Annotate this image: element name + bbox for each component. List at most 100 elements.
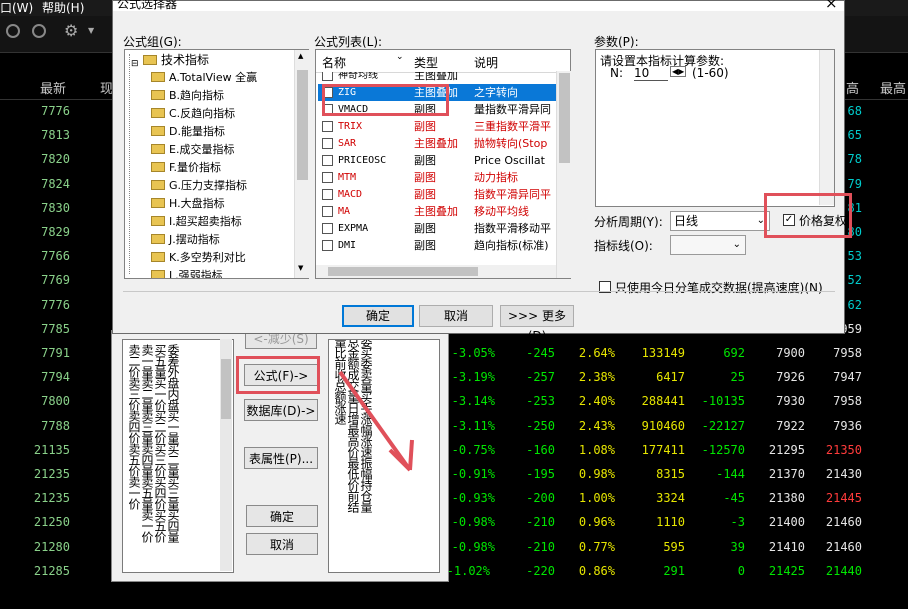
tree-item[interactable]: L.强弱指标 xyxy=(151,267,223,278)
database-button[interactable]: 数据库(D)-> xyxy=(244,399,318,421)
param-n-input[interactable]: 10 xyxy=(634,66,668,81)
more-button[interactable]: >>> 更多(D) xyxy=(500,305,574,343)
col-type[interactable]: 类型 xyxy=(414,54,438,71)
column-option[interactable]: 买四价 xyxy=(153,476,167,509)
column-option[interactable]: 内盘 xyxy=(166,388,180,410)
today-only-label[interactable]: 只使用今日分笔成交数据(提高速度)(N) xyxy=(615,279,823,296)
column-option[interactable]: 卖五价 xyxy=(127,443,141,476)
formula-desc: 三重指数平滑平 xyxy=(474,120,551,133)
header-highest[interactable]: 最高 xyxy=(880,78,906,97)
formula-desc: 抛物转向(Stop xyxy=(474,137,548,150)
formula-row[interactable]: EXPMA 副图 指数平滑移动平 xyxy=(318,220,558,237)
formula-desc: 趋向指标(标准) xyxy=(474,239,549,252)
available-columns-list[interactable]: 委差外盘内盘买一量买二量买三量买四量 买五量买一价买二价买三价买四价买五价 卖一量卖… xyxy=(122,339,234,573)
dialog-titlebar[interactable]: 公式选择器 × xyxy=(113,0,844,12)
column-option[interactable]: 买一量 xyxy=(166,410,180,443)
period-select[interactable]: 日线 ⌄ xyxy=(670,211,770,231)
formula-row[interactable]: MACD 副图 指数平滑异同平 xyxy=(318,186,558,203)
column-option[interactable]: 买二量 xyxy=(166,443,180,476)
formula-list-hscrollbar[interactable] xyxy=(316,265,556,278)
column-option[interactable]: 买五量 xyxy=(153,344,167,377)
tree-item[interactable]: B.趋向指标 xyxy=(151,87,224,105)
column-option[interactable]: 买三价 xyxy=(153,443,167,476)
column-option[interactable]: 卖四量 xyxy=(140,443,154,476)
selected-column[interactable]: 委买 xyxy=(359,340,373,358)
tree-item-label: D.能量指标 xyxy=(169,125,225,138)
table-cell: 53 xyxy=(847,249,862,264)
column-option[interactable]: 卖五量 xyxy=(140,476,154,509)
formula-desc: 之字转向 xyxy=(474,86,518,99)
params-scrollbar[interactable] xyxy=(819,50,834,205)
table-cell: 79 xyxy=(847,176,862,191)
column-option[interactable]: 买二价 xyxy=(153,410,167,443)
close-icon[interactable]: × xyxy=(825,0,838,12)
formula-group-scrollbar[interactable]: ▲ ▼ xyxy=(294,50,309,278)
formula-icon xyxy=(322,155,333,166)
formula-row[interactable]: SAR 主图叠加 抛物转向(Stop xyxy=(318,135,558,152)
column-option[interactable]: 卖一价 xyxy=(140,509,154,542)
column-option[interactable]: 买三量 xyxy=(166,476,180,509)
header-high[interactable]: 高 xyxy=(846,78,859,97)
formula-row[interactable]: DMI 副图 趋向指标(标准) xyxy=(318,237,558,254)
collapse-icon[interactable]: ⊟ xyxy=(131,55,139,73)
cancel-button[interactable]: 取消 xyxy=(419,305,493,327)
formula-group-tree[interactable]: ⊟ 技术指标 A.TotalView 全赢 B.趋向指标 C.反趋向指标 D.能量指标… xyxy=(124,49,309,279)
header-latest[interactable]: 最新 xyxy=(40,78,66,97)
tree-root[interactable]: ⊟ 技术指标 xyxy=(131,51,209,69)
scroll-down-icon[interactable]: ▼ xyxy=(298,264,303,272)
formula-row[interactable]: MTM 副图 动力指标 xyxy=(318,169,558,186)
menu-help[interactable]: 帮助(H) xyxy=(42,0,84,16)
column-option[interactable]: 委差 xyxy=(166,344,180,366)
column-option[interactable]: 卖三量 xyxy=(140,410,154,443)
col-desc[interactable]: 说明 xyxy=(474,54,498,71)
ok-button[interactable]: 确定 xyxy=(342,305,414,327)
chevron-down-icon[interactable]: ▼ xyxy=(88,26,94,35)
tree-item[interactable]: C.反趋向指标 xyxy=(151,105,235,123)
scroll-up-icon[interactable]: ▲ xyxy=(298,52,303,60)
column-option[interactable]: 卖二价 xyxy=(127,344,141,377)
tree-item[interactable]: A.TotalView 全赢 xyxy=(151,69,257,87)
tree-item[interactable]: I.超买超卖指标 xyxy=(151,213,242,231)
column-option[interactable]: 卖一量 xyxy=(140,344,154,377)
formula-row[interactable]: 神奇均线 主图叠加 xyxy=(318,72,558,84)
column-option[interactable]: 买一价 xyxy=(153,377,167,410)
column-option[interactable]: 卖三价 xyxy=(127,377,141,410)
table-cell: 7824 xyxy=(41,176,70,191)
spinner-icon[interactable]: ◀▶ xyxy=(670,66,687,77)
tree-item[interactable]: H.大盘指标 xyxy=(151,195,225,213)
gear-icon[interactable]: ⚙ xyxy=(64,21,78,40)
table-attributes-button[interactable]: 表属性(P)... xyxy=(244,447,318,469)
indicator-line-select[interactable]: ⌄ xyxy=(670,235,746,255)
formula-row[interactable]: TRIX 副图 三重指数平滑平 xyxy=(318,118,558,135)
formula-row[interactable]: MA 主图叠加 移动平均线 xyxy=(318,203,558,220)
col-name[interactable]: 名称 xyxy=(322,54,346,71)
menu-window[interactable]: 口(W) xyxy=(0,0,33,16)
formula-list-scrollbar[interactable] xyxy=(556,71,571,278)
tree-item[interactable]: D.能量指标 xyxy=(151,123,225,141)
selected-column[interactable]: 量比 xyxy=(333,340,347,358)
formula-desc: 指数平滑异同平 xyxy=(474,188,551,201)
tree-item[interactable]: J.摆动指标 xyxy=(151,231,220,249)
params-label: 参数(P): xyxy=(594,35,639,49)
table-cell: 21285 xyxy=(33,563,70,578)
available-columns-scrollbar[interactable] xyxy=(220,339,232,571)
formula-row[interactable]: PRICEOSC 副图 Price Oscillat xyxy=(318,152,558,169)
cancel-button[interactable]: 取消 xyxy=(246,533,318,555)
zoom-in-icon[interactable] xyxy=(6,24,20,38)
table-cell: 7788 xyxy=(41,418,70,433)
tree-item-label: B.趋向指标 xyxy=(169,89,225,102)
tree-item[interactable]: K.多空势利对比 xyxy=(151,249,246,267)
column-option[interactable]: 卖四价 xyxy=(127,410,141,443)
ok-button[interactable]: 确定 xyxy=(246,505,318,527)
column-option[interactable]: 卖二量 xyxy=(140,377,154,410)
tree-item[interactable]: E.成交量指标 xyxy=(151,141,234,159)
tree-item-label: E.成交量指标 xyxy=(169,143,235,156)
table-cell: 21350 xyxy=(825,442,862,457)
column-option[interactable]: 买四量 xyxy=(166,509,180,542)
tree-item[interactable]: F.量价指标 xyxy=(151,159,221,177)
column-option[interactable]: 买五价 xyxy=(153,509,167,542)
column-option[interactable]: 外盘 xyxy=(166,366,180,388)
tree-item[interactable]: G.压力支撑指标 xyxy=(151,177,247,195)
zoom-out-icon[interactable] xyxy=(32,24,46,38)
column-option[interactable]: 卖一价 xyxy=(127,476,141,509)
